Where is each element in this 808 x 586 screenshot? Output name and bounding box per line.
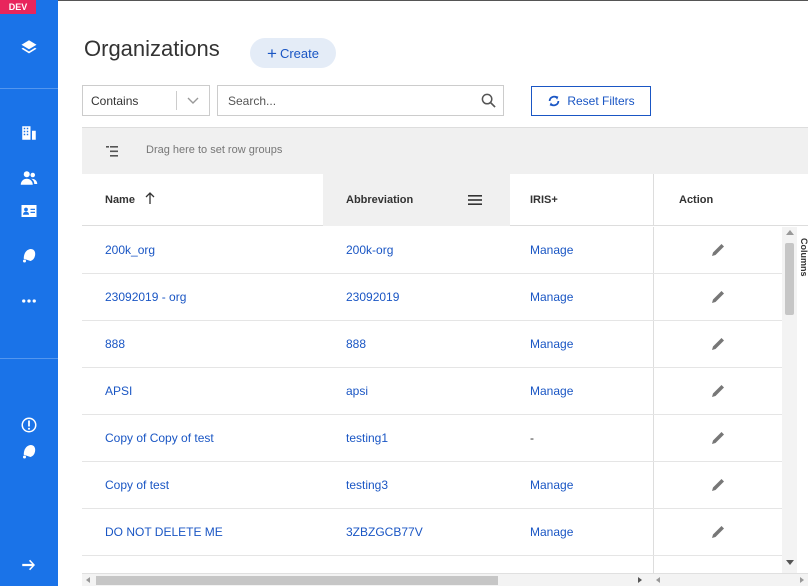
column-header-name[interactable]: Name xyxy=(82,174,323,226)
edit-pencil-icon[interactable] xyxy=(653,274,782,320)
edit-pencil-icon[interactable] xyxy=(653,556,782,573)
column-header-action[interactable]: Action xyxy=(653,174,808,226)
row-group-drop-zone[interactable]: Drag here to set row groups xyxy=(82,127,808,174)
bell-icon[interactable] xyxy=(0,240,58,270)
org-name-link[interactable]: Copy of test xyxy=(105,462,169,508)
horizontal-scrollbar[interactable] xyxy=(82,573,808,586)
vertical-scrollbar[interactable] xyxy=(782,227,797,573)
org-abbreviation-link[interactable]: 200k-org xyxy=(346,227,393,273)
iris-manage-link[interactable]: Manage xyxy=(530,556,573,573)
columns-side-tab[interactable]: Columns xyxy=(797,230,808,300)
row-group-icon xyxy=(106,144,118,162)
person-card-icon[interactable] xyxy=(0,196,58,226)
search-input[interactable] xyxy=(218,86,473,115)
search-icon[interactable] xyxy=(473,93,503,108)
edit-pencil-icon[interactable] xyxy=(653,321,782,367)
iris-manage-link[interactable]: Manage xyxy=(530,274,573,320)
search-field[interactable] xyxy=(217,85,504,116)
table-row: Copy of test testing3 Manage xyxy=(82,462,782,509)
column-header-action-label: Action xyxy=(679,194,714,206)
match-mode-value: Contains xyxy=(91,93,139,108)
column-header-iris[interactable]: IRIS+ xyxy=(510,174,653,226)
page-title: Organizations xyxy=(84,36,220,61)
column-header-iris-label: IRIS+ xyxy=(530,194,558,206)
sidebar-divider xyxy=(0,88,58,89)
building-icon[interactable] xyxy=(0,118,58,148)
table-row: 200k_org 200k-org Manage xyxy=(82,227,782,274)
iris-manage-link[interactable]: Manage xyxy=(530,368,573,414)
org-name-link[interactable]: DO NOT DELETE ME xyxy=(105,509,223,555)
table-row: Copy of Copy of test testing1 - xyxy=(82,415,782,462)
org-abbreviation-link[interactable]: ... xyxy=(346,556,356,573)
org-name-link[interactable]: Hammond Hampshire Inc xyxy=(105,556,241,573)
scroll-right-arrow-icon[interactable] xyxy=(638,577,642,583)
edit-pencil-icon[interactable] xyxy=(653,368,782,414)
iris-manage-link[interactable]: Manage xyxy=(530,462,573,508)
match-mode-select[interactable]: Contains xyxy=(82,85,210,116)
users-icon[interactable] xyxy=(0,163,58,193)
reset-filters-label: Reset Filters xyxy=(567,94,635,108)
environment-badge: DEV xyxy=(0,0,58,26)
scroll-left-arrow-icon[interactable] xyxy=(656,577,660,583)
org-name-link[interactable]: APSI xyxy=(105,368,132,414)
vertical-scroll-thumb[interactable] xyxy=(785,243,794,315)
sidebar: DEV xyxy=(0,0,58,586)
environment-badge-label: DEV xyxy=(0,0,36,14)
org-abbreviation-link[interactable]: testing1 xyxy=(346,415,388,461)
iris-manage-link[interactable]: Manage xyxy=(530,509,573,555)
columns-side-tab-label: Columns xyxy=(799,238,808,277)
bell-icon[interactable] xyxy=(0,436,58,466)
org-abbreviation-link[interactable]: testing3 xyxy=(346,462,388,508)
scroll-up-arrow-icon[interactable] xyxy=(786,230,794,235)
column-header-name-label: Name xyxy=(105,194,135,206)
scroll-left-arrow-icon[interactable] xyxy=(86,577,90,583)
horizontal-scroll-thumb[interactable] xyxy=(96,576,498,585)
org-name-link[interactable]: 200k_org xyxy=(105,227,155,273)
column-header-abbreviation-label: Abbreviation xyxy=(346,194,414,206)
table-row: 888 888 Manage xyxy=(82,321,782,368)
org-name-link[interactable]: Copy of Copy of test xyxy=(105,415,214,461)
create-button[interactable]: + Create xyxy=(250,38,336,68)
create-button-label: Create xyxy=(279,45,319,61)
iris-empty-value: - xyxy=(530,431,534,445)
org-name-link[interactable]: 23092019 - org xyxy=(105,274,186,320)
grid-header: Name Abbreviation IRIS+ Action xyxy=(82,174,808,226)
plus-icon: + xyxy=(267,43,277,63)
table-row: Hammond Hampshire Inc ... Manage xyxy=(82,556,782,573)
more-icon[interactable] xyxy=(0,286,58,316)
table-row: APSI apsi Manage xyxy=(82,368,782,415)
sidebar-divider xyxy=(0,358,58,359)
edit-pencil-icon[interactable] xyxy=(653,509,782,555)
table-row: DO NOT DELETE ME 3ZBZGCB77V Manage xyxy=(82,509,782,556)
edit-pencil-icon[interactable] xyxy=(653,227,782,273)
layers-icon[interactable] xyxy=(0,32,58,62)
column-menu-icon[interactable] xyxy=(468,194,482,209)
org-abbreviation-link[interactable]: 3ZBZGCB77V xyxy=(346,509,423,555)
scroll-right-arrow-icon[interactable] xyxy=(800,577,804,583)
row-group-hint: Drag here to set row groups xyxy=(146,144,283,156)
iris-manage-link[interactable]: Manage xyxy=(530,227,573,273)
scroll-down-arrow-icon[interactable] xyxy=(786,560,794,565)
org-abbreviation-link[interactable]: 888 xyxy=(346,321,366,367)
edit-pencil-icon[interactable] xyxy=(653,462,782,508)
top-border xyxy=(58,0,808,1)
table-row: 23092019 - org 23092019 Manage xyxy=(82,274,782,321)
refresh-icon xyxy=(549,95,560,107)
iris-manage-link[interactable]: Manage xyxy=(530,321,573,367)
reset-filters-button[interactable]: Reset Filters xyxy=(531,86,651,116)
org-abbreviation-link[interactable]: 23092019 xyxy=(346,274,399,320)
column-header-abbreviation[interactable]: Abbreviation xyxy=(323,174,510,226)
sort-ascending-icon xyxy=(145,191,155,209)
edit-pencil-icon[interactable] xyxy=(653,415,782,461)
arrow-right-icon[interactable] xyxy=(0,550,58,580)
org-name-link[interactable]: 888 xyxy=(105,321,125,367)
grid-body: 200k_org 200k-org Manage 23092019 - org … xyxy=(82,227,782,573)
chevron-down-icon[interactable] xyxy=(177,97,209,105)
org-abbreviation-link[interactable]: apsi xyxy=(346,368,368,414)
